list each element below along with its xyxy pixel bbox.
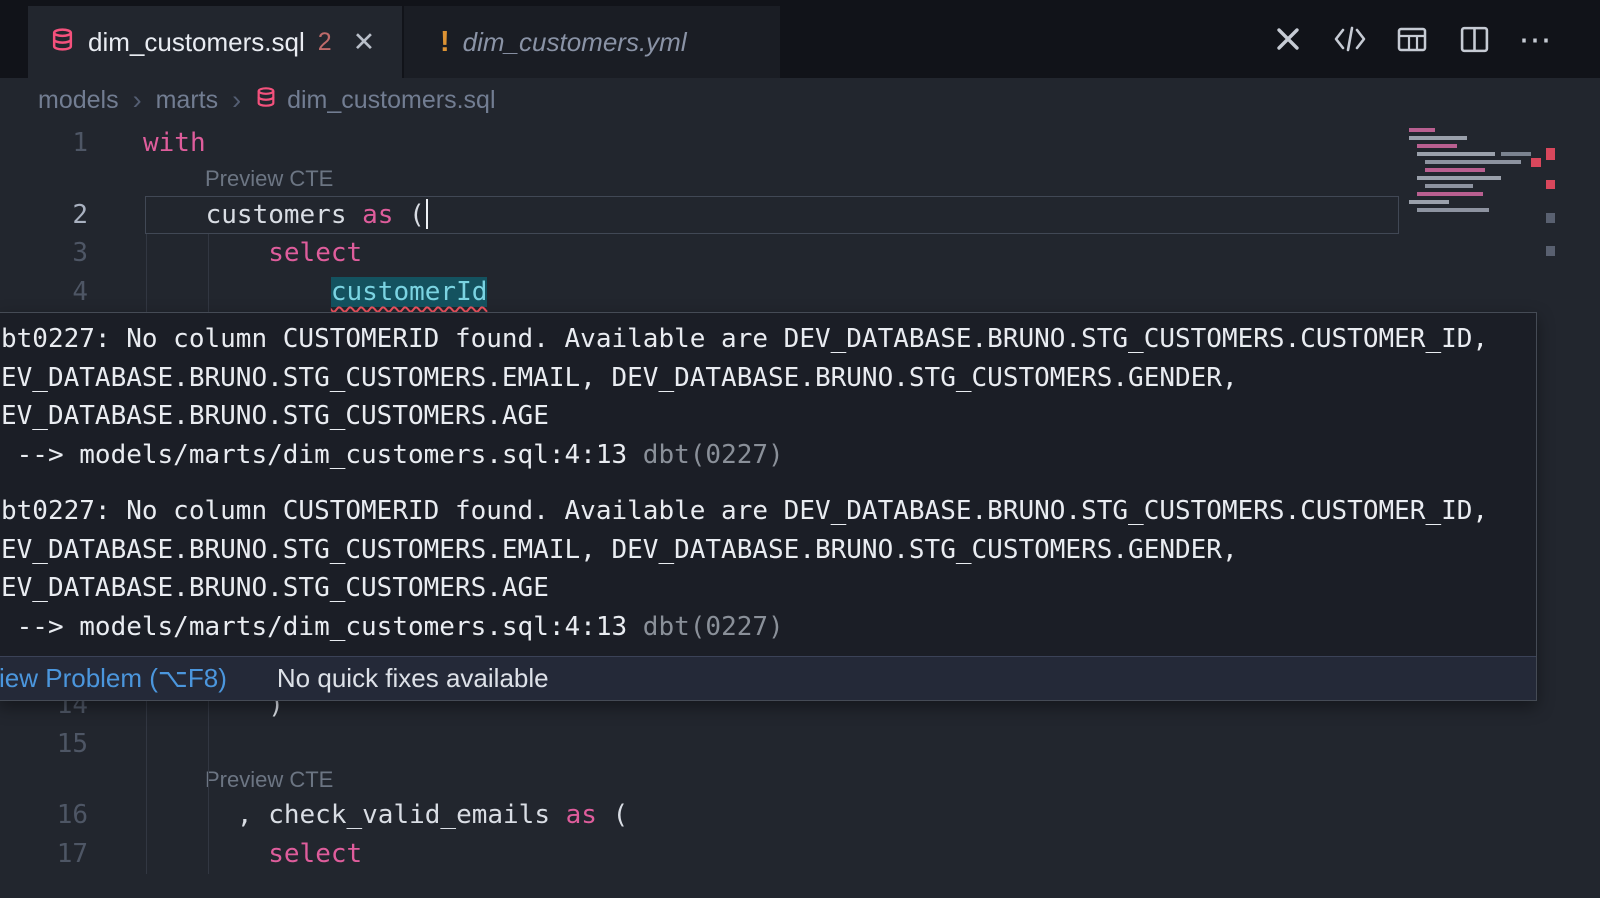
code-token: , check_valid_emails xyxy=(143,800,566,830)
diagnostic-source: dbt(0227) xyxy=(643,440,784,470)
dbt-database-icon xyxy=(255,86,277,115)
diagnostic-source: dbt(0227) xyxy=(643,612,784,642)
editor-actions: ⋯ xyxy=(1268,0,1556,78)
editor-window: dim_customers.sql 2 ✕ ! dim_customers.ym… xyxy=(0,0,1600,898)
code-content: select xyxy=(88,835,362,874)
error-hover-popup: bt0227: No column CUSTOMERID found. Avai… xyxy=(0,312,1537,701)
code-line-3[interactable]: 3 select xyxy=(0,234,1600,273)
breadcrumb-marts[interactable]: marts xyxy=(156,86,219,115)
dbt-extension-icon[interactable] xyxy=(1268,19,1308,59)
diagnostic-message-line: EV_DATABASE.BRUNO.STG_CUSTOMERS.AGE xyxy=(1,569,1534,608)
line-number: 15 xyxy=(0,729,88,759)
code-token: with xyxy=(143,128,206,158)
breadcrumb-file-label: dim_customers.sql xyxy=(287,86,495,115)
code-token: select xyxy=(268,238,362,268)
line-number: 3 xyxy=(0,238,88,268)
tab-dim-customers-sql[interactable]: dim_customers.sql 2 ✕ xyxy=(28,6,402,78)
diagnostic-location[interactable]: --> models/marts/dim_customers.sql:4:13 xyxy=(1,612,643,642)
code-token: as xyxy=(566,800,597,830)
code-token: customers xyxy=(143,200,362,230)
code-line-1[interactable]: 1 with xyxy=(0,124,1600,163)
code-content: customers as ( xyxy=(88,196,428,235)
error-token-customerid: customerId xyxy=(331,277,488,307)
code-token xyxy=(143,238,268,268)
code-token: select xyxy=(268,839,362,869)
diagnostic-block: bt0227: No column CUSTOMERID found. Avai… xyxy=(1,492,1534,646)
code-token xyxy=(143,839,268,869)
overview-ruler-error-mark xyxy=(1546,148,1555,160)
breadcrumb-file[interactable]: dim_customers.sql xyxy=(255,86,495,115)
close-tab-icon[interactable]: ✕ xyxy=(353,27,376,58)
warning-icon: ! xyxy=(440,26,450,59)
breadcrumb-separator: › xyxy=(232,85,241,116)
breadcrumb-separator: › xyxy=(133,85,142,116)
code-content: customerId xyxy=(88,273,487,312)
overview-ruler-mark xyxy=(1546,213,1555,223)
diagnostic-location[interactable]: --> models/marts/dim_customers.sql:4:13 xyxy=(1,440,643,470)
tab-label: dim_customers.yml xyxy=(463,27,687,58)
tab-bar: dim_customers.sql 2 ✕ ! dim_customers.ym… xyxy=(0,0,1600,78)
overview-ruler-mark xyxy=(1546,246,1555,256)
code-content: select xyxy=(88,234,362,273)
hover-body: bt0227: No column CUSTOMERID found. Avai… xyxy=(0,313,1536,646)
code-token: as xyxy=(362,200,393,230)
diagnostic-location-line: --> models/marts/dim_customers.sql:4:13 … xyxy=(1,436,1534,475)
line-number: 1 xyxy=(0,128,88,158)
code-line-2[interactable]: 2 customers as ( xyxy=(0,196,1600,235)
diagnostic-location-line: --> models/marts/dim_customers.sql:4:13 … xyxy=(1,608,1534,647)
query-results-table-icon[interactable] xyxy=(1392,19,1432,59)
diagnostic-message-line: EV_DATABASE.BRUNO.STG_CUSTOMERS.EMAIL, D… xyxy=(1,531,1534,570)
view-problem-link[interactable]: iew Problem (⌥F8) xyxy=(0,663,227,694)
line-number: 2 xyxy=(0,200,88,230)
code-token xyxy=(143,277,331,307)
overview-ruler-error-mark xyxy=(1546,180,1555,189)
hover-footer: iew Problem (⌥F8) No quick fixes availab… xyxy=(0,656,1536,700)
code-line-16[interactable]: 16 , check_valid_emails as ( xyxy=(0,796,1600,835)
no-quick-fixes-label: No quick fixes available xyxy=(277,663,549,694)
diagnostic-message-line: bt0227: No column CUSTOMERID found. Avai… xyxy=(1,492,1534,531)
code-line-4[interactable]: 4 customerId xyxy=(0,273,1600,312)
tab-label: dim_customers.sql xyxy=(88,27,305,58)
tab-dim-customers-yml[interactable]: ! dim_customers.yml xyxy=(404,6,780,78)
text-cursor xyxy=(426,199,429,229)
code-content: , check_valid_emails as ( xyxy=(88,796,628,835)
code-line-17[interactable]: 17 select xyxy=(0,835,1600,874)
diagnostic-message-line: EV_DATABASE.BRUNO.STG_CUSTOMERS.AGE xyxy=(1,397,1534,436)
code-token: ( xyxy=(393,200,424,230)
diagnostic-message-line: bt0227: No column CUSTOMERID found. Avai… xyxy=(1,320,1534,359)
codelens-preview-cte[interactable]: Preview CTE xyxy=(0,163,1600,196)
compiled-code-icon[interactable] xyxy=(1330,19,1370,59)
more-actions-icon[interactable]: ⋯ xyxy=(1516,19,1556,59)
modified-badge: 2 xyxy=(318,28,332,57)
split-editor-icon[interactable] xyxy=(1454,19,1494,59)
code-line-15[interactable]: 15 xyxy=(0,725,1600,764)
codelens-preview-cte[interactable]: Preview CTE xyxy=(0,763,1600,796)
breadcrumb-models[interactable]: models xyxy=(38,86,119,115)
code-token: ( xyxy=(597,800,628,830)
line-number: 16 xyxy=(0,800,88,830)
minimap[interactable] xyxy=(1405,124,1545,234)
line-number: 17 xyxy=(0,839,88,869)
breadcrumb: models › marts › dim_customers.sql xyxy=(0,78,1600,122)
diagnostic-message-line: EV_DATABASE.BRUNO.STG_CUSTOMERS.EMAIL, D… xyxy=(1,359,1534,398)
code-content: with xyxy=(88,124,206,163)
line-number: 4 xyxy=(0,277,88,307)
dbt-database-icon xyxy=(50,27,75,57)
diagnostic-block: bt0227: No column CUSTOMERID found. Avai… xyxy=(1,320,1534,474)
